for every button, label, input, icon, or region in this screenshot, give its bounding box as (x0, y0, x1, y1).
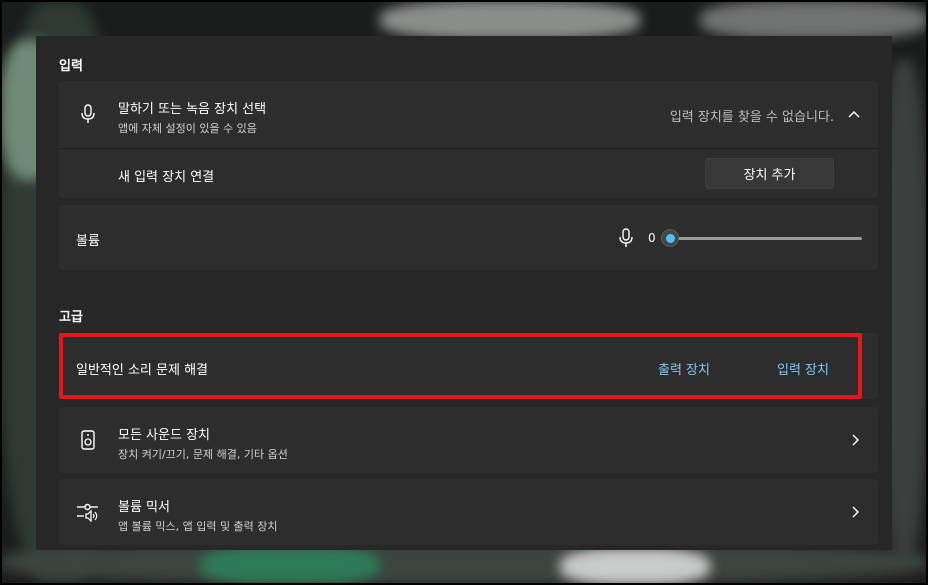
chevron-right-icon (850, 433, 860, 447)
volume-mixer-title: 볼륨 믹서 (118, 500, 170, 515)
microphone-icon[interactable] (617, 227, 635, 249)
device-select-title: 말하기 또는 녹음 장치 선택 (118, 102, 267, 117)
volume-label: 볼륨 (76, 234, 100, 249)
new-device-title: 새 입력 장치 연결 (118, 170, 215, 185)
device-select-text: 말하기 또는 녹음 장치 선택 앱에 자체 설정이 있을 수 있음 (118, 98, 266, 136)
device-select-row[interactable]: 말하기 또는 녹음 장치 선택 앱에 자체 설정이 있을 수 있음 입력 장치를… (59, 81, 878, 148)
section-title-advanced: 고급 (59, 310, 83, 325)
volume-slider-track[interactable] (670, 237, 862, 240)
input-device-link[interactable]: 입력 장치 (777, 359, 829, 378)
volume-mixer-card[interactable]: 볼륨 믹서 앱 볼륨 믹스, 앱 입력 및 출력 장치 (59, 479, 878, 545)
new-device-row: 새 입력 장치 연결 장치 추가 (59, 149, 878, 198)
output-device-link[interactable]: 출력 장치 (658, 359, 710, 378)
mixer-icon (75, 502, 101, 522)
speaker-icon (77, 429, 99, 451)
volume-card: 볼륨 0 (59, 205, 878, 270)
all-devices-text: 모든 사운드 장치 장치 켜기/끄기, 문제 해결, 기타 옵션 (118, 424, 288, 462)
all-devices-title: 모든 사운드 장치 (118, 428, 210, 443)
volume-mixer-text: 볼륨 믹서 앱 볼륨 믹스, 앱 입력 및 출력 장치 (118, 496, 278, 534)
device-select-subtitle: 앱에 자체 설정이 있을 수 있음 (118, 122, 257, 135)
section-title-input: 입력 (59, 59, 83, 74)
all-sound-devices-card[interactable]: 모든 사운드 장치 장치 켜기/끄기, 문제 해결, 기타 옵션 (59, 407, 878, 473)
device-status-text: 입력 장치를 찾을 수 없습니다. (669, 110, 834, 125)
volume-slider-thumb[interactable] (661, 229, 679, 247)
troubleshoot-title: 일반적인 소리 문제 해결 (76, 363, 208, 378)
add-device-button[interactable]: 장치 추가 (705, 158, 834, 189)
input-device-card: 말하기 또는 녹음 장치 선택 앱에 자체 설정이 있을 수 있음 입력 장치를… (59, 81, 878, 198)
volume-mixer-subtitle: 앱 볼륨 믹스, 앱 입력 및 출력 장치 (118, 520, 278, 533)
settings-panel: 입력 말하기 또는 녹음 장치 선택 앱에 자체 설정이 있을 수 있음 입력 … (36, 36, 892, 550)
troubleshoot-card: 일반적인 소리 문제 해결 출력 장치 입력 장치 (59, 333, 878, 399)
all-devices-subtitle: 장치 켜기/끄기, 문제 해결, 기타 옵션 (118, 448, 288, 461)
chevron-right-icon (850, 505, 860, 519)
chevron-up-icon[interactable] (846, 107, 862, 121)
microphone-icon (77, 103, 99, 125)
volume-value: 0 (648, 231, 656, 245)
